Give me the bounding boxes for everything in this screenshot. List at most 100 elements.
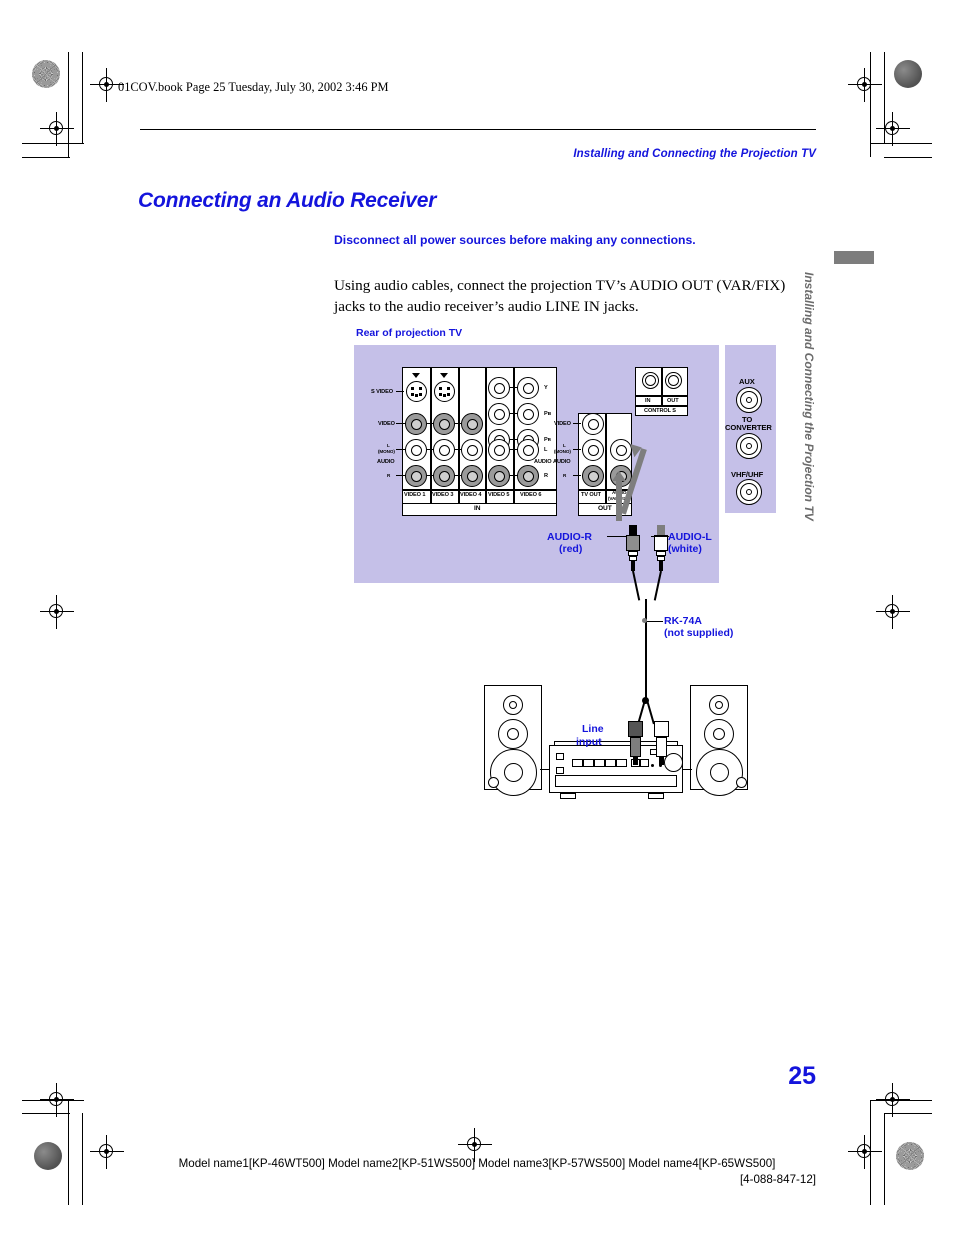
receiver-led bbox=[651, 764, 654, 767]
side-tab-label: Installing and Connecting the Projection… bbox=[802, 272, 816, 521]
audio-left-jack bbox=[405, 439, 427, 461]
cable-callout-leader bbox=[645, 621, 663, 623]
registration-mark bbox=[40, 112, 74, 146]
audio-left-jack bbox=[517, 439, 539, 461]
s-video-jack bbox=[434, 381, 455, 402]
label-leader bbox=[396, 391, 404, 393]
tv-out-video-label: VIDEO bbox=[554, 421, 571, 427]
line-input-callout-line1: Line bbox=[582, 723, 604, 735]
speaker-wire bbox=[682, 769, 692, 771]
video-group-label: VIDEO 5 bbox=[488, 492, 510, 498]
s-video-row-label: S VIDEO bbox=[371, 389, 393, 395]
printed-page: 01COV.book Page 25 Tuesday, July 30, 200… bbox=[0, 0, 954, 1235]
audio-left-jack bbox=[488, 439, 510, 461]
audio-out-left-jack bbox=[610, 439, 632, 461]
page-title: Connecting an Audio Receiver bbox=[138, 189, 437, 212]
receiver-button bbox=[556, 767, 564, 774]
callout-leader bbox=[651, 536, 669, 538]
video-group-label: VIDEO 3 bbox=[432, 492, 454, 498]
component-pb-jack bbox=[488, 403, 510, 425]
audio-left-label: L bbox=[563, 443, 566, 448]
cable-supply-note: (not supplied) bbox=[664, 627, 734, 639]
video-in-label: IN bbox=[474, 505, 481, 512]
to-converter-jack-inner bbox=[746, 443, 752, 449]
crop-mark bbox=[82, 52, 84, 144]
control-s-divider bbox=[661, 396, 663, 406]
audio-right-label: R bbox=[387, 473, 391, 478]
warning-note: Disconnect all power sources before maki… bbox=[334, 233, 696, 247]
to-converter-label-line2: CONVERTER bbox=[725, 423, 772, 432]
receiver-button bbox=[556, 753, 564, 760]
receiver-button-row bbox=[640, 759, 649, 767]
audio-l-color-callout: (white) bbox=[668, 543, 702, 555]
registration-mark bbox=[876, 1083, 910, 1117]
audio-left-label: L bbox=[387, 443, 390, 448]
connection-diagram: S VIDEO VIDEO L (MONO) AUDIO R Y Pʙ Pʀ L… bbox=[354, 345, 784, 815]
control-s-in-label: IN bbox=[645, 398, 651, 404]
receiver-button-row bbox=[583, 759, 594, 767]
jack-column-divider bbox=[430, 367, 432, 507]
callout-leader bbox=[607, 536, 627, 538]
left-speaker-port bbox=[488, 777, 499, 788]
s-video-marker-icon bbox=[440, 373, 448, 378]
audio-group-label: AUDIO bbox=[553, 459, 571, 465]
running-head: Installing and Connecting the Projection… bbox=[573, 148, 816, 160]
registration-mark bbox=[876, 112, 910, 146]
audio-right-jack bbox=[433, 465, 455, 487]
tv-out-audio-right-jack bbox=[582, 465, 604, 487]
s-video-jack bbox=[406, 381, 427, 402]
vhf-uhf-jack-inner bbox=[746, 489, 752, 495]
jack-column-divider bbox=[458, 367, 460, 507]
color-bar-blob bbox=[32, 60, 60, 88]
audio-group-label: AUDIO bbox=[377, 459, 395, 465]
diagram-caption: Rear of projection TV bbox=[356, 327, 463, 339]
cable-callout-dot bbox=[642, 618, 647, 623]
video-group-label: VIDEO 4 bbox=[460, 492, 482, 498]
audio-right-jack bbox=[517, 465, 539, 487]
label-leader bbox=[573, 449, 581, 451]
audio-mono-label: (MONO) bbox=[378, 449, 395, 454]
audio-right-label: R bbox=[563, 473, 567, 478]
registration-mark bbox=[876, 595, 910, 629]
control-s-out-jack bbox=[665, 372, 682, 389]
right-speaker-mid-inner bbox=[713, 728, 725, 740]
tv-out-divider bbox=[605, 413, 607, 507]
color-bar-blob bbox=[894, 60, 922, 88]
tv-out-audio-left-jack bbox=[582, 439, 604, 461]
receiver-front-panel bbox=[555, 775, 677, 787]
out-strip-label: OUT bbox=[598, 505, 612, 512]
crop-mark bbox=[884, 157, 932, 159]
right-speaker-port bbox=[736, 777, 747, 788]
audio-r-callout: AUDIO-R bbox=[547, 531, 592, 543]
audio-l-callout: AUDIO-L bbox=[668, 531, 712, 543]
component-pr-label: Pʀ bbox=[544, 437, 551, 443]
tv-out-video-jack bbox=[582, 413, 604, 435]
control-s-divider bbox=[661, 367, 663, 396]
right-speaker-tweeter-inner bbox=[715, 701, 723, 709]
footer-code: [4-088-847-12] bbox=[739, 1173, 816, 1186]
audio-left-label: L bbox=[544, 447, 548, 453]
receiver-foot bbox=[648, 793, 664, 799]
receiver-foot bbox=[560, 793, 576, 799]
left-speaker-woofer-inner bbox=[504, 763, 523, 782]
registration-mark bbox=[848, 68, 882, 102]
footer-models: Model name1[KP-46WT500] Model name2[KP-5… bbox=[178, 1157, 776, 1170]
video-group-label: VIDEO 1 bbox=[404, 492, 426, 498]
aux-jack-inner bbox=[746, 397, 752, 403]
body-paragraph: Using audio cables, connect the projecti… bbox=[334, 277, 786, 315]
crop-mark bbox=[22, 157, 70, 159]
component-y-label: Y bbox=[544, 385, 548, 391]
audio-left-jack bbox=[461, 439, 483, 461]
cable-split-node bbox=[642, 697, 649, 704]
audio-r-arrow-head bbox=[612, 471, 626, 481]
speaker-wire bbox=[540, 769, 550, 771]
vhf-uhf-label: VHF/UHF bbox=[731, 470, 764, 479]
video-row-label: VIDEO bbox=[378, 421, 395, 427]
control-s-out-label: OUT bbox=[667, 398, 679, 404]
cable-model-callout: RK-74A bbox=[664, 615, 702, 627]
component-y-jack bbox=[517, 377, 539, 399]
aux-label: AUX bbox=[739, 377, 755, 386]
page-number: 25 bbox=[788, 1062, 816, 1090]
component-pb-label: Pʙ bbox=[544, 411, 551, 417]
audio-mono-label: (MONO) bbox=[554, 449, 571, 454]
